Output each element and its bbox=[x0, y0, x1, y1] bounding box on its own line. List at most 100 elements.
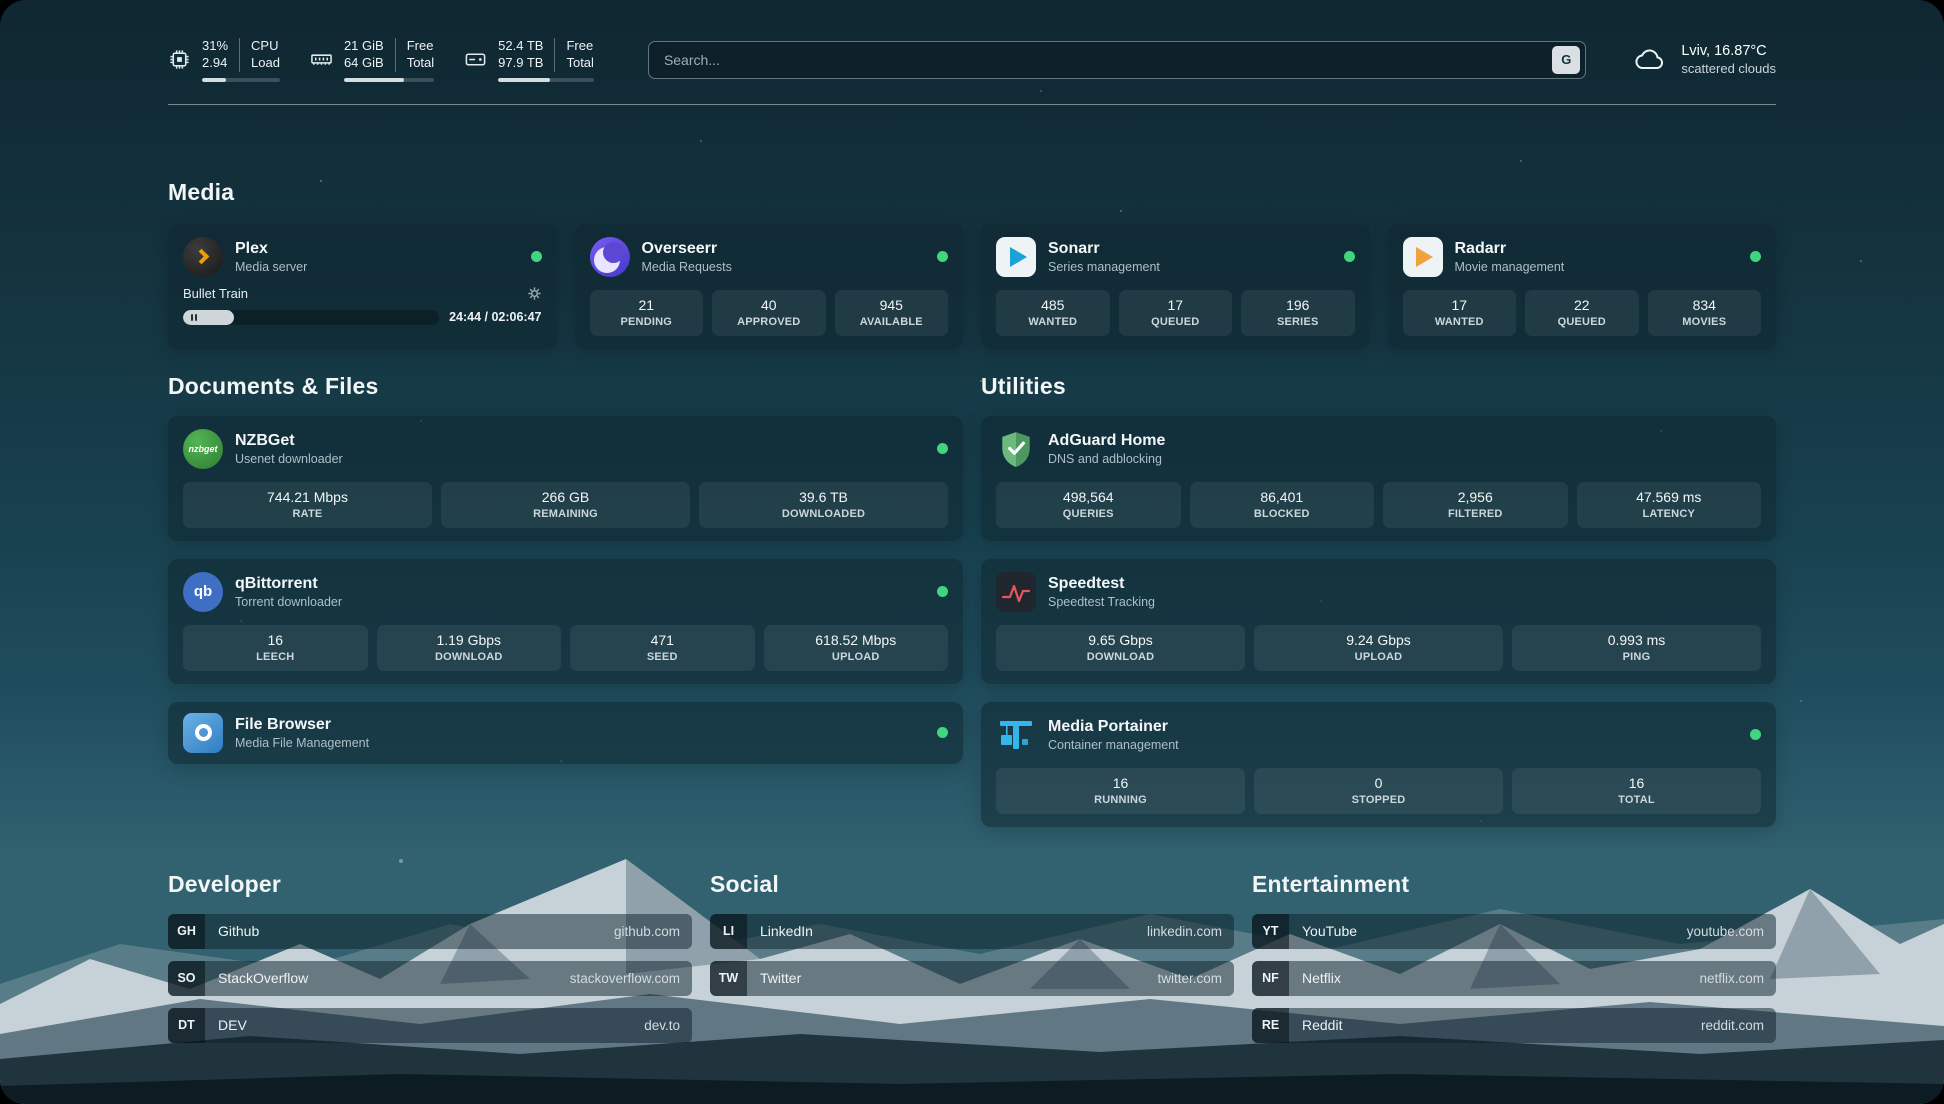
stat-label: BLOCKED bbox=[1194, 508, 1371, 520]
app-name: Sonarr bbox=[1048, 240, 1160, 258]
filebrowser-card[interactable]: File Browser Media File Management bbox=[168, 702, 963, 764]
app-subtitle: DNS and adblocking bbox=[1048, 452, 1165, 466]
stat-value: 17 bbox=[1407, 297, 1513, 313]
stat-label: TOTAL bbox=[1516, 794, 1757, 806]
gear-icon[interactable] bbox=[527, 286, 542, 301]
app-subtitle: Usenet downloader bbox=[235, 452, 343, 466]
app-name: Overseerr bbox=[642, 240, 732, 258]
radarr-icon bbox=[1403, 237, 1443, 277]
stat-value: 9.24 Gbps bbox=[1258, 632, 1499, 648]
stat-value: 834 bbox=[1652, 297, 1758, 313]
adguard-card[interactable]: AdGuard Home DNS and adblocking 498,564 … bbox=[981, 416, 1776, 541]
overseerr-card[interactable]: Overseerr Media Requests 21 PENDING 40 A… bbox=[575, 224, 964, 349]
stat-box: 9.24 Gbps UPLOAD bbox=[1254, 625, 1503, 671]
sonarr-card[interactable]: Sonarr Series management 485 WANTED 17 Q… bbox=[981, 224, 1370, 349]
bookmark-twitter[interactable]: TW Twitter twitter.com bbox=[710, 961, 1234, 996]
stat-box: 196 SERIES bbox=[1241, 290, 1355, 336]
stat-value: 196 bbox=[1245, 297, 1351, 313]
pause-button[interactable] bbox=[183, 310, 234, 325]
bookmark-url: reddit.com bbox=[1701, 1018, 1764, 1033]
metric-divider bbox=[395, 38, 396, 72]
social-section-title: Social bbox=[710, 871, 1234, 898]
search-bar[interactable]: G bbox=[648, 41, 1586, 79]
disk-icon bbox=[464, 48, 487, 71]
bookmark-name: DEV bbox=[218, 1017, 247, 1033]
bookmark-dev[interactable]: DT DEV dev.to bbox=[168, 1008, 692, 1043]
speedtest-card[interactable]: Speedtest Speedtest Tracking 9.65 Gbps D… bbox=[981, 559, 1776, 684]
stat-label: MOVIES bbox=[1652, 316, 1758, 328]
app-subtitle: Media server bbox=[235, 260, 307, 274]
stat-label: PENDING bbox=[594, 316, 700, 328]
bookmark-name: Github bbox=[218, 923, 259, 939]
media-section-title: Media bbox=[168, 179, 1776, 206]
stat-value: 1.19 Gbps bbox=[381, 632, 558, 648]
stat-label: STOPPED bbox=[1258, 794, 1499, 806]
header-divider bbox=[168, 104, 1776, 105]
bookmark-name: Reddit bbox=[1302, 1017, 1342, 1033]
metric-divider bbox=[239, 38, 240, 72]
stat-label: AVAILABLE bbox=[839, 316, 945, 328]
stat-box: 16 LEECH bbox=[183, 625, 368, 671]
radarr-card[interactable]: Radarr Movie management 17 WANTED 22 QUE… bbox=[1388, 224, 1777, 349]
metric-divider bbox=[554, 38, 555, 72]
adguard-icon bbox=[996, 429, 1036, 469]
ram-total-value: 64 GiB bbox=[344, 55, 384, 72]
stat-value: 498,564 bbox=[1000, 489, 1177, 505]
bookmark-reddit[interactable]: RE Reddit reddit.com bbox=[1252, 1008, 1776, 1043]
utilities-section-title: Utilities bbox=[981, 373, 1776, 400]
stat-label: SERIES bbox=[1245, 316, 1351, 328]
status-indicator bbox=[937, 443, 948, 454]
stat-value: 21 bbox=[594, 297, 700, 313]
app-subtitle: Torrent downloader bbox=[235, 595, 342, 609]
stat-label: DOWNLOADED bbox=[703, 508, 944, 520]
status-indicator bbox=[937, 727, 948, 738]
bookmark-stackoverflow[interactable]: SO StackOverflow stackoverflow.com bbox=[168, 961, 692, 996]
qbittorrent-card[interactable]: qb qBittorrent Torrent downloader 16 LEE… bbox=[168, 559, 963, 684]
disk-total-value: 97.9 TB bbox=[498, 55, 543, 72]
stat-label: SEED bbox=[574, 651, 751, 663]
stackoverflow-icon: SO bbox=[168, 961, 205, 996]
bookmark-linkedin[interactable]: LI LinkedIn linkedin.com bbox=[710, 914, 1234, 949]
app-subtitle: Container management bbox=[1048, 738, 1179, 752]
section-media: Media Plex Media server Bullet Train bbox=[168, 179, 1776, 349]
total-label: Total bbox=[566, 55, 593, 72]
stat-label: DOWNLOAD bbox=[1000, 651, 1241, 663]
search-engine-button[interactable]: G bbox=[1552, 46, 1580, 74]
sonarr-icon bbox=[996, 237, 1036, 277]
playback-progress-bar[interactable] bbox=[183, 310, 439, 325]
section-developer: Developer GH Github github.com SO StackO… bbox=[168, 871, 692, 1043]
plex-icon bbox=[183, 237, 223, 277]
stat-label: QUEUED bbox=[1529, 316, 1635, 328]
stat-label: UPLOAD bbox=[1258, 651, 1499, 663]
ram-free-value: 21 GiB bbox=[344, 38, 384, 55]
cpu-values: 31% 2.94 bbox=[202, 38, 228, 72]
bookmark-youtube[interactable]: YT YouTube youtube.com bbox=[1252, 914, 1776, 949]
stat-value: 86,401 bbox=[1194, 489, 1371, 505]
portainer-card[interactable]: Media Portainer Container management 16 … bbox=[981, 702, 1776, 827]
top-bar: 31% 2.94 CPU Load bbox=[168, 0, 1776, 82]
stat-value: 16 bbox=[1516, 775, 1757, 791]
app-name: qBittorrent bbox=[235, 575, 342, 593]
status-indicator bbox=[1750, 729, 1761, 740]
nzbget-card[interactable]: nzbget NZBGet Usenet downloader 744.21 M… bbox=[168, 416, 963, 541]
search-input[interactable] bbox=[649, 52, 1552, 68]
section-documents: Documents & Files nzbget NZBGet Usenet d… bbox=[168, 373, 963, 764]
free-label: Free bbox=[566, 38, 593, 55]
netflix-icon: NF bbox=[1252, 961, 1289, 996]
twitter-icon: TW bbox=[710, 961, 747, 996]
bookmark-github[interactable]: GH Github github.com bbox=[168, 914, 692, 949]
playback-time: 24:44 / 02:06:47 bbox=[449, 310, 541, 324]
app-name: Plex bbox=[235, 240, 307, 258]
disk-progress-bar bbox=[498, 78, 594, 82]
stat-value: 40 bbox=[716, 297, 822, 313]
app-name: Speedtest bbox=[1048, 575, 1155, 593]
stat-value: 47.569 ms bbox=[1581, 489, 1758, 505]
stat-box: 471 SEED bbox=[570, 625, 755, 671]
plex-card[interactable]: Plex Media server Bullet Train bbox=[168, 224, 557, 349]
section-social: Social LI LinkedIn linkedin.com TW Twitt… bbox=[710, 871, 1234, 996]
bookmark-netflix[interactable]: NF Netflix netflix.com bbox=[1252, 961, 1776, 996]
stat-value: 744.21 Mbps bbox=[187, 489, 428, 505]
bookmark-name: StackOverflow bbox=[218, 970, 308, 986]
stat-value: 618.52 Mbps bbox=[768, 632, 945, 648]
stat-value: 945 bbox=[839, 297, 945, 313]
